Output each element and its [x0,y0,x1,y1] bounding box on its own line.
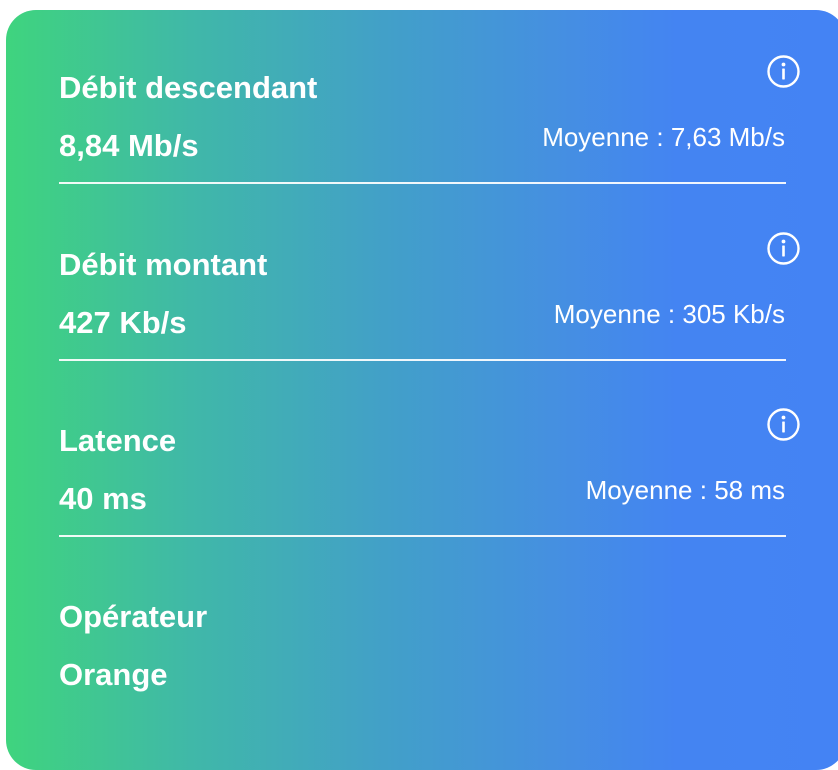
download-speed-average: Moyenne : 7,63 Mb/s [542,122,785,152]
download-speed-label: Débit descendant [59,70,318,105]
info-icon[interactable] [767,55,800,88]
download-speed-value: 8,84 Mb/s [59,128,199,163]
upload-speed-label: Débit montant [59,247,268,282]
operator-section: Opérateur Orange [6,539,838,715]
divider [59,535,786,537]
operator-value: Orange [59,657,168,692]
divider [59,182,786,184]
upload-speed-section: Débit montant 427 Kb/s Moyenne : 305 Kb/… [6,187,838,363]
latency-section: Latence 40 ms Moyenne : 58 ms [6,363,838,539]
upload-speed-value: 427 Kb/s [59,305,187,340]
info-icon[interactable] [767,232,800,265]
latency-average: Moyenne : 58 ms [585,475,785,505]
operator-label: Opérateur [59,599,208,634]
latency-value: 40 ms [59,481,147,516]
latency-label: Latence [59,423,177,458]
upload-speed-average: Moyenne : 305 Kb/s [553,299,785,329]
network-stats-card: Débit descendant 8,84 Mb/s Moyenne : 7,6… [6,10,838,770]
info-icon[interactable] [767,408,800,441]
divider [59,359,786,361]
download-speed-section: Débit descendant 8,84 Mb/s Moyenne : 7,6… [6,10,838,186]
